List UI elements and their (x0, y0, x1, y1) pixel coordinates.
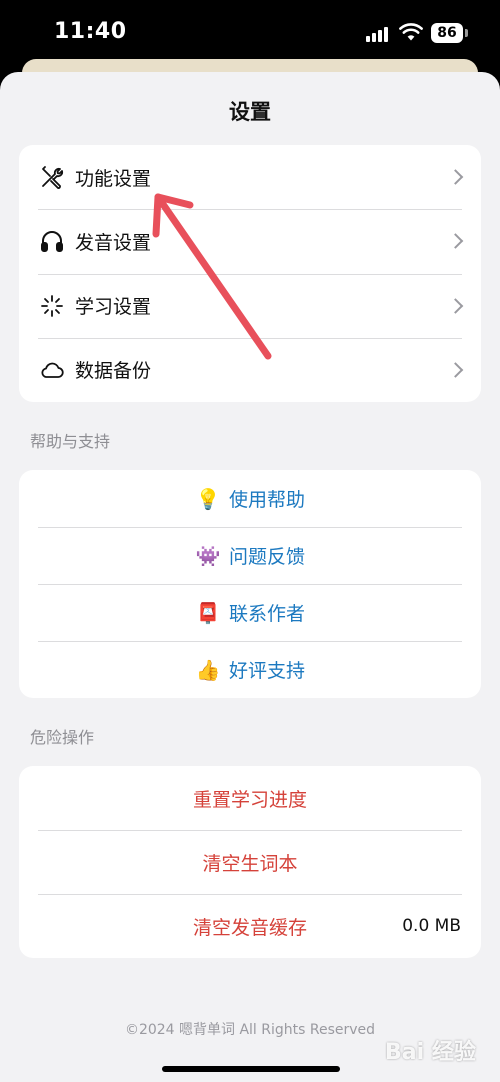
status-time: 11:40 (54, 19, 127, 44)
settings-row-backup[interactable]: 数据备份 (19, 337, 481, 402)
settings-row-label: 功能设置 (75, 167, 152, 190)
settings-row-label: 数据备份 (75, 360, 152, 383)
watermark: Bai 经验 (385, 1028, 495, 1068)
danger-row-label: 清空发音缓存 (192, 916, 307, 939)
help-group: 💡 使用帮助 👾 问题反馈 📮 联系作者 👍 好评支持 (19, 470, 481, 698)
help-row-feedback[interactable]: 👾 问题反馈 (19, 527, 481, 584)
settings-group: 功能设置 发音设置 学习设置 数据备份 (19, 145, 481, 402)
thumbs-up-icon: 👍 (195, 657, 221, 682)
battery-icon: 86 (431, 23, 463, 43)
chevron-right-icon (447, 233, 464, 250)
alien-monster-icon: 👾 (195, 543, 221, 568)
danger-row-label: 清空生词本 (202, 852, 298, 875)
chevron-right-icon (447, 297, 464, 314)
clear-audio-cache-button[interactable]: 清空发音缓存 0.0 MB (19, 894, 481, 958)
postbox-icon: 📮 (195, 600, 221, 625)
settings-row-label: 发音设置 (75, 231, 152, 254)
lightbulb-icon: 💡 (195, 486, 221, 511)
sparkle-icon (39, 293, 65, 319)
danger-group: 重置学习进度 清空生词本 清空发音缓存 0.0 MB (19, 766, 481, 958)
tools-icon (39, 164, 65, 190)
home-indicator[interactable] (162, 1066, 340, 1072)
help-row-label: 问题反馈 (228, 546, 305, 568)
cellular-signal-icon (366, 26, 392, 42)
settings-row-pronunciation[interactable]: 发音设置 (19, 209, 481, 273)
section-label-danger: 危险操作 (30, 728, 95, 747)
chevron-right-icon (447, 362, 464, 378)
settings-row-label: 学习设置 (75, 296, 152, 319)
battery-tip (465, 29, 468, 37)
settings-row-function[interactable]: 功能设置 (19, 145, 481, 209)
reset-progress-button[interactable]: 重置学习进度 (19, 766, 481, 830)
cloud-icon (39, 357, 65, 383)
help-row-usage[interactable]: 💡 使用帮助 (19, 470, 481, 527)
cache-size-value: 0.0 MB (402, 916, 461, 936)
headphones-icon (39, 228, 65, 254)
help-row-label: 联系作者 (228, 603, 305, 625)
help-row-label: 好评支持 (228, 660, 305, 682)
watermark-text: Bai 经验 (385, 1040, 476, 1065)
help-row-label: 使用帮助 (228, 489, 305, 511)
help-row-rate[interactable]: 👍 好评支持 (19, 641, 481, 698)
danger-row-label: 重置学习进度 (192, 788, 307, 811)
settings-row-learning[interactable]: 学习设置 (19, 273, 481, 338)
page-title: 设置 (229, 100, 271, 124)
help-row-contact[interactable]: 📮 联系作者 (19, 584, 481, 641)
wifi-icon (399, 23, 423, 41)
chevron-right-icon (447, 169, 464, 185)
clear-wordbook-button[interactable]: 清空生词本 (19, 830, 481, 894)
section-label-help: 帮助与支持 (30, 432, 111, 451)
